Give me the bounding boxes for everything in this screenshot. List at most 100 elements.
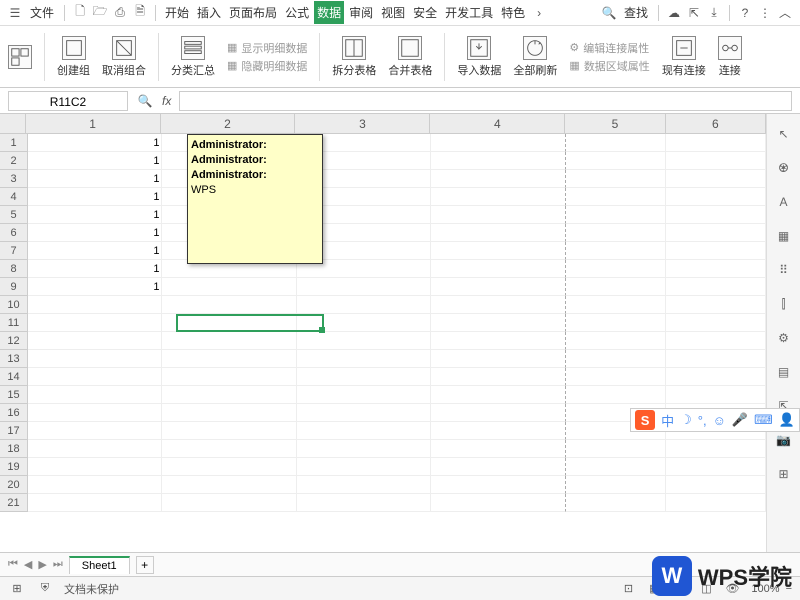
cell[interactable]: [566, 458, 666, 476]
ime-keyboard-icon[interactable]: ⌨: [754, 412, 773, 428]
tab-view[interactable]: 视图: [378, 1, 408, 24]
row-header[interactable]: 20: [0, 476, 28, 494]
shield-icon[interactable]: ⛨: [36, 580, 54, 598]
cell[interactable]: [28, 476, 162, 494]
cell[interactable]: [162, 440, 296, 458]
merge-table-button[interactable]: 合并表格: [388, 36, 432, 78]
row-header[interactable]: 18: [0, 440, 28, 458]
cell[interactable]: [666, 386, 766, 404]
more-side-icon[interactable]: ⊞: [774, 464, 794, 484]
cell[interactable]: [566, 188, 666, 206]
cell[interactable]: [666, 242, 766, 260]
sheet-area[interactable]: 1 2 3 4 5 6 1234567891011121314151617181…: [0, 114, 766, 552]
cell[interactable]: [431, 134, 565, 152]
row-header[interactable]: 16: [0, 404, 28, 422]
cell[interactable]: [666, 476, 766, 494]
split-table-button[interactable]: 拆分表格: [332, 36, 376, 78]
cell[interactable]: [297, 458, 431, 476]
data-range-button[interactable]: ▦数据区域属性: [569, 58, 649, 74]
tab-insert[interactable]: 插入: [194, 1, 224, 24]
help-icon[interactable]: ?: [736, 4, 754, 22]
cell[interactable]: [297, 332, 431, 350]
history-icon[interactable]: ♼: [774, 158, 794, 178]
new-icon[interactable]: 🗋: [71, 4, 89, 22]
cell[interactable]: [566, 368, 666, 386]
sheet-tab[interactable]: Sheet1: [69, 556, 130, 574]
cell[interactable]: [666, 314, 766, 332]
chart-icon[interactable]: ⫿: [774, 294, 794, 314]
refresh-all-button[interactable]: 全部刷新: [513, 36, 557, 78]
row-header[interactable]: 19: [0, 458, 28, 476]
preview-icon[interactable]: 🗎: [131, 4, 149, 22]
col-header[interactable]: 4: [430, 114, 565, 133]
cell[interactable]: [566, 170, 666, 188]
cell[interactable]: 1: [28, 278, 162, 296]
cell[interactable]: [162, 476, 296, 494]
ime-lang[interactable]: 中: [661, 411, 674, 430]
cell[interactable]: [28, 458, 162, 476]
cell[interactable]: [566, 134, 666, 152]
cell[interactable]: [566, 386, 666, 404]
ime-punct-icon[interactable]: °,: [698, 413, 707, 428]
cell[interactable]: [431, 404, 565, 422]
cell[interactable]: [431, 368, 565, 386]
cell[interactable]: [431, 242, 565, 260]
share-icon[interactable]: ⇱: [685, 4, 703, 22]
print-area-icon[interactable]: ⊡: [619, 580, 637, 598]
row-header[interactable]: 5: [0, 206, 28, 224]
col-header[interactable]: 3: [295, 114, 430, 133]
cloud-icon[interactable]: ☁: [665, 4, 683, 22]
row-header[interactable]: 17: [0, 422, 28, 440]
ime-mic-icon[interactable]: 🎤: [732, 412, 748, 428]
ime-moon-icon[interactable]: ☽: [680, 412, 692, 428]
row-header[interactable]: 7: [0, 242, 28, 260]
tab-security[interactable]: 安全: [410, 1, 440, 24]
row-header[interactable]: 8: [0, 260, 28, 278]
row-header[interactable]: 10: [0, 296, 28, 314]
cell[interactable]: [431, 224, 565, 242]
cell[interactable]: 1: [28, 260, 162, 278]
cell[interactable]: [431, 314, 565, 332]
edit-conn-button[interactable]: ⚙编辑连接属性: [569, 40, 649, 56]
cell[interactable]: [162, 332, 296, 350]
font-icon[interactable]: A: [774, 192, 794, 212]
cell[interactable]: [666, 458, 766, 476]
row-header[interactable]: 4: [0, 188, 28, 206]
tab-data[interactable]: 数据: [314, 1, 344, 24]
cell[interactable]: [162, 386, 296, 404]
cell[interactable]: [297, 422, 431, 440]
cell[interactable]: [666, 440, 766, 458]
cell[interactable]: [162, 296, 296, 314]
menu-icon[interactable]: ☰: [6, 4, 24, 22]
tab-more-icon[interactable]: ›: [530, 4, 548, 22]
cell[interactable]: 1: [28, 206, 162, 224]
cell[interactable]: [297, 386, 431, 404]
cell[interactable]: [666, 368, 766, 386]
cell[interactable]: [162, 404, 296, 422]
cell[interactable]: [297, 314, 431, 332]
cell[interactable]: [162, 494, 296, 512]
cell[interactable]: [297, 404, 431, 422]
cell[interactable]: [431, 332, 565, 350]
cell[interactable]: [162, 350, 296, 368]
cursor-icon[interactable]: ↖: [774, 124, 794, 144]
cell[interactable]: [431, 350, 565, 368]
cell[interactable]: [431, 206, 565, 224]
conditional-icon[interactable]: ▤: [774, 362, 794, 382]
cell[interactable]: [28, 332, 162, 350]
cell[interactable]: [431, 170, 565, 188]
cell[interactable]: [297, 350, 431, 368]
create-group-button[interactable]: 创建组: [57, 36, 90, 78]
row-header[interactable]: 6: [0, 224, 28, 242]
cell[interactable]: [666, 188, 766, 206]
row-header[interactable]: 1: [0, 134, 28, 152]
cell[interactable]: 1: [28, 170, 162, 188]
cell[interactable]: [431, 422, 565, 440]
cell[interactable]: [666, 152, 766, 170]
cell[interactable]: [431, 152, 565, 170]
fx-button[interactable]: fx: [162, 94, 171, 108]
select-all-corner[interactable]: [0, 114, 26, 134]
tab-formula[interactable]: 公式: [282, 1, 312, 24]
camera-icon[interactable]: 📷: [774, 430, 794, 450]
name-box[interactable]: R11C2: [8, 91, 128, 111]
